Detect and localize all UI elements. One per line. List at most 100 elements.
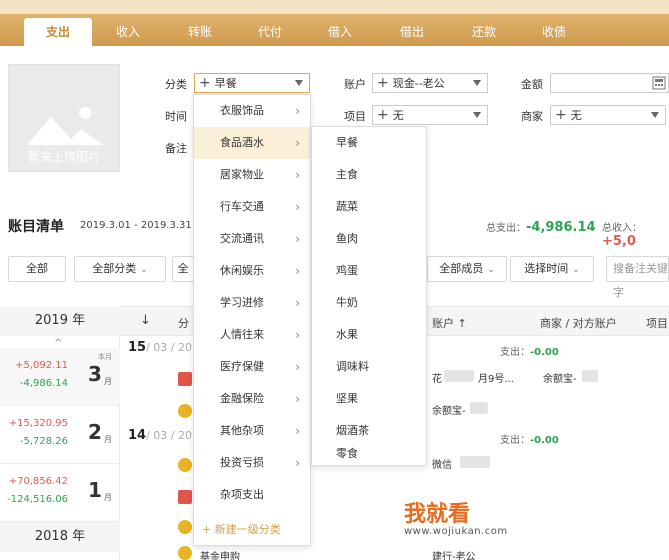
- category-item[interactable]: 行车交通 ›: [194, 191, 310, 223]
- chevron-right-icon: ›: [295, 264, 300, 278]
- category-select[interactable]: + 早餐: [194, 73, 310, 93]
- photo-upload[interactable]: 暂未上传图片: [8, 64, 120, 172]
- blurred-text: [460, 456, 490, 468]
- chevron-right-icon: ›: [295, 104, 300, 118]
- plus-icon: +: [377, 75, 389, 91]
- amount-label: 金额: [521, 78, 543, 91]
- category-item[interactable]: 衣服饰品 ›: [194, 95, 310, 127]
- category-dropdown-level2: 早餐 主食 蔬菜 鱼肉 鸡蛋 牛奶 水果 调味料 坚果 烟酒茶 零食: [311, 126, 427, 466]
- add-category-button[interactable]: + 新建一级分类: [194, 515, 310, 545]
- tab-transfer[interactable]: 转账: [166, 18, 234, 46]
- category-icon: [178, 520, 192, 534]
- category-icon: [178, 372, 192, 386]
- subcategory-item[interactable]: 主食: [312, 159, 426, 191]
- month-row-1[interactable]: +70,856.42 -124,516.06 1 月: [0, 464, 120, 522]
- chevron-down-icon: ⌄: [487, 265, 495, 275]
- subcategory-item[interactable]: 水果: [312, 319, 426, 351]
- ledger-title: 账目清单: [8, 219, 64, 235]
- total-income: 总收入：+5,0: [602, 223, 642, 249]
- category-item[interactable]: 食品酒水 ›: [194, 127, 310, 159]
- subcategory-item[interactable]: 鸡蛋: [312, 255, 426, 287]
- category-value: 早餐: [214, 77, 237, 90]
- tab-bar: 支出 收入 转账 代付 借入 借出 还款 收债: [0, 0, 669, 46]
- merchant-value: 无: [570, 109, 582, 122]
- row-account: 微信: [432, 460, 452, 471]
- col-merchant[interactable]: 商家 / 对方账户: [540, 315, 617, 331]
- filter-members-button[interactable]: 全部成员 ⌄: [427, 256, 507, 282]
- calculator-icon[interactable]: [652, 76, 666, 90]
- col-category[interactable]: 分: [178, 315, 189, 331]
- subcategory-item[interactable]: 蔬菜: [312, 191, 426, 223]
- project-value: 无: [392, 109, 404, 122]
- row-note: 月9号...: [478, 374, 514, 385]
- project-select[interactable]: + 无: [372, 105, 488, 125]
- chevron-right-icon: ›: [295, 328, 300, 342]
- chevron-down-icon: ⌄: [572, 265, 580, 275]
- row-account: 余额宝-: [432, 406, 466, 417]
- plus-icon: +: [199, 75, 211, 91]
- month-row-3[interactable]: 本月 +5,092.11 -4,986.14 3 月: [0, 348, 120, 406]
- tab-borrow-in[interactable]: 借入: [306, 18, 374, 46]
- caret-down-icon: [473, 112, 481, 118]
- subcategory-item[interactable]: 零食: [312, 443, 426, 465]
- search-input[interactable]: 搜备注关键字: [606, 256, 669, 299]
- year-2019[interactable]: 2019 年: [0, 306, 120, 336]
- category-item[interactable]: 学习进修 ›: [194, 287, 310, 319]
- category-icon: [178, 490, 192, 504]
- subcategory-item[interactable]: 早餐: [312, 127, 426, 159]
- plus-icon: +: [377, 107, 389, 123]
- tab-income[interactable]: 收入: [94, 18, 162, 46]
- category-item[interactable]: 人情往来 ›: [194, 319, 310, 351]
- subcategory-item[interactable]: 牛奶: [312, 287, 426, 319]
- category-item[interactable]: 交流通讯 ›: [194, 223, 310, 255]
- filter-time-button[interactable]: 选择时间 ⌄: [510, 256, 594, 282]
- chevron-down-icon: ⌄: [140, 265, 148, 275]
- month-row-2[interactable]: +15,320.95 -5,728.26 2 月: [0, 406, 120, 464]
- note-label: 备注: [165, 142, 187, 155]
- row-merchant: 余额宝-: [543, 374, 577, 385]
- tab-repay[interactable]: 还款: [450, 18, 518, 46]
- category-item[interactable]: 金融保险 ›: [194, 383, 310, 415]
- amount-input[interactable]: [550, 73, 669, 93]
- col-project[interactable]: 项目: [646, 315, 668, 331]
- category-item[interactable]: 居家物业 ›: [194, 159, 310, 191]
- plus-icon: +: [202, 523, 215, 536]
- category-item[interactable]: 其他杂项 ›: [194, 415, 310, 447]
- filter-all-button[interactable]: 全部: [8, 256, 66, 282]
- tab-expense[interactable]: 支出: [24, 18, 92, 46]
- category-dropdown-level1: 衣服饰品 › 食品酒水 › 居家物业 › 行车交通 › 交流通讯 › 休闲娱乐 › 学习进修…: [193, 94, 311, 546]
- year-column: 2019 年 ^ 本月 +5,092.11 -4,986.14 3 月 +15,…: [0, 306, 120, 560]
- filter-partial-button[interactable]: 全: [172, 256, 194, 282]
- category-item[interactable]: 投资亏损 ›: [194, 447, 310, 479]
- subcategory-item[interactable]: 鱼肉: [312, 223, 426, 255]
- category-item[interactable]: 杂项支出: [194, 479, 310, 511]
- tab-lend-out[interactable]: 借出: [378, 18, 446, 46]
- merchant-select[interactable]: + 无: [550, 105, 666, 125]
- col-account[interactable]: 账户 ↑: [432, 315, 467, 331]
- account-value: 现金--老公: [392, 77, 445, 90]
- image-placeholder-icon: [27, 107, 103, 145]
- subcategory-item[interactable]: 坚果: [312, 383, 426, 415]
- ledger-range: 2019.3.01 - 2019.3.31: [80, 220, 192, 231]
- caret-down-icon: [473, 80, 481, 86]
- merchant-label: 商家: [521, 110, 543, 123]
- photo-label: 暂未上传图片: [27, 150, 100, 164]
- account-select[interactable]: + 现金--老公: [372, 73, 488, 93]
- chevron-right-icon: ›: [295, 296, 300, 310]
- sort-arrow[interactable]: ↓: [140, 313, 151, 328]
- category-item[interactable]: 休闲娱乐 ›: [194, 255, 310, 287]
- category-label: 分类: [165, 78, 187, 91]
- year-2018[interactable]: 2018 年: [0, 522, 120, 552]
- category-item[interactable]: 医疗保健 ›: [194, 351, 310, 383]
- filter-category-button[interactable]: 全部分类 ⌄: [74, 256, 166, 282]
- subcategory-item[interactable]: 调味料: [312, 351, 426, 383]
- project-label: 项目: [344, 110, 366, 123]
- category-icon: [178, 546, 192, 560]
- row-category: 基金申购: [200, 552, 240, 560]
- total-expense: 总支出：-4,986.14: [486, 220, 596, 235]
- day-summary: 支出：-0.00: [500, 347, 559, 358]
- account-label: 账户: [344, 78, 366, 91]
- tab-collect[interactable]: 收债: [520, 18, 588, 46]
- category-icon: [178, 458, 192, 472]
- tab-pay-for[interactable]: 代付: [236, 18, 304, 46]
